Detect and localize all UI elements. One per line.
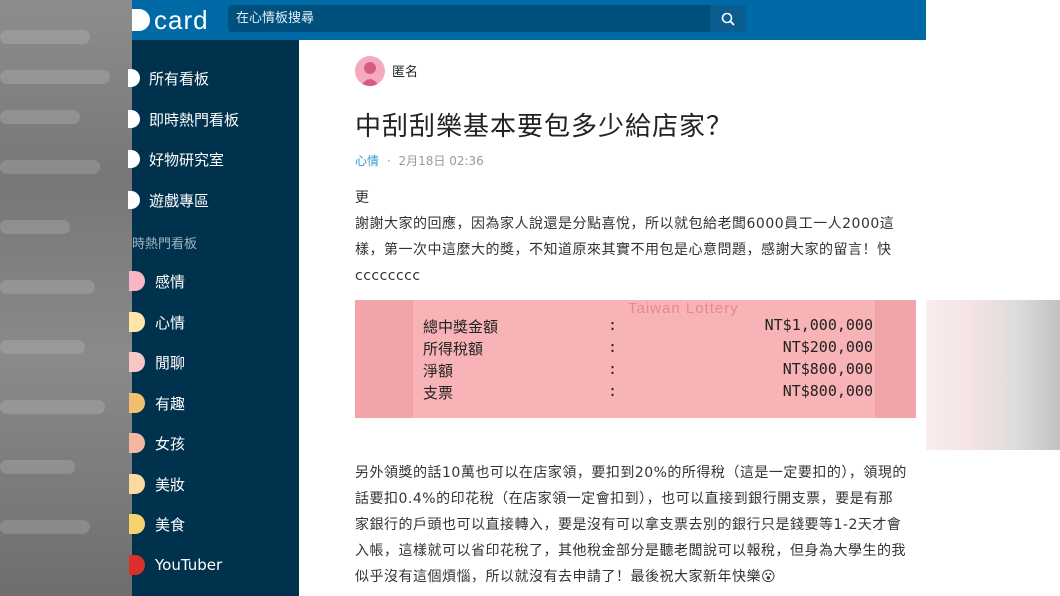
ticket-key: 支票 [423, 384, 454, 402]
text-line: 另外領獎的話10萬也可以在店家領，要扣到20%的所得稅（這是一定要扣的），領現的 [355, 465, 907, 481]
dcard-logo[interactable]: card [132, 5, 209, 35]
sidebar-item-label: 心情 [155, 313, 186, 332]
logo-mark-icon [132, 9, 150, 31]
ticket-value: NT$800,000 [782, 382, 873, 400]
logo-text: card [154, 4, 209, 35]
sidebar-board-makeup[interactable]: 美妝 [129, 464, 299, 504]
sidebar-item-label: 美妝 [155, 475, 186, 494]
ticket-colon: : [608, 360, 618, 378]
relationship-board-icon [129, 271, 145, 291]
female-avatar-icon [361, 62, 379, 86]
text-line: 更 [355, 190, 370, 206]
text-line: cccccccc [355, 268, 421, 284]
sidebar: 所有看板 即時熱門看板 好物研究室 遊戲專區 時熱門看板 感情 心情 閒聊 有趣… [128, 40, 299, 596]
trending-icon [128, 110, 140, 128]
post-meta: 心情 · 2月18日 02:36 [355, 152, 484, 169]
sidebar-item-label: 閒聊 [155, 353, 186, 372]
sidebar-item-all-boards[interactable]: 所有看板 [128, 58, 299, 98]
sidebar-board-funny[interactable]: 有趣 [129, 383, 299, 423]
food-board-icon [129, 514, 145, 534]
search-icon [721, 12, 735, 26]
sidebar-board-girl[interactable]: 女孩 [129, 423, 299, 463]
text-line: 話要扣0.4%的印花稅（在店家領一定會扣到），也可以直接到銀行開支票，要是有那 [355, 491, 894, 507]
sidebar-board-relationship[interactable]: 感情 [129, 261, 299, 301]
search-button[interactable] [710, 5, 746, 32]
search-input[interactable] [228, 5, 694, 32]
ticket-colon: : [608, 316, 618, 334]
ticket-key: 所得稅額 [423, 340, 484, 358]
sidebar-board-food[interactable]: 美食 [129, 504, 299, 544]
meta-separator: · [386, 154, 391, 168]
post-title: 中刮刮樂基本要包多少給店家？ [355, 112, 734, 142]
text-line: 家銀行的戶頭也可以直接轉入，要是沒有可以拿支票去別的銀行只是錢要等1-2天才會 [355, 517, 902, 533]
sidebar-item-trending-boards[interactable]: 即時熱門看板 [128, 99, 299, 139]
text-line: 謝謝大家的回應，因為家人說還是分點喜悅，所以就包給老闆6000員工一人2000這 [355, 216, 895, 232]
ticket-paper: Taiwan Lottery 總中獎金額 : NT$1,000,000 所得稅額… [413, 300, 875, 418]
sidebar-item-label: 女孩 [155, 434, 186, 453]
mood-board-icon [129, 312, 145, 332]
sidebar-item-games[interactable]: 遊戲專區 [128, 180, 299, 220]
text-line: 入帳，這樣就可以省印花稅了，其他稅金部分是聽老闆說可以報稅，但身為大學生的我 [355, 543, 906, 559]
sidebar-item-label: 好物研究室 [149, 150, 225, 169]
ticket-key: 總中獎金額 [423, 318, 499, 336]
all-boards-icon [128, 69, 140, 87]
youtuber-board-icon [129, 555, 145, 575]
sidebar-board-youtuber[interactable]: YouTuber [129, 545, 299, 585]
funny-board-icon [129, 393, 145, 413]
girl-board-icon [129, 433, 145, 453]
sidebar-board-mood[interactable]: 心情 [129, 302, 299, 342]
lottery-ticket-photo: Taiwan Lottery 總中獎金額 : NT$1,000,000 所得稅額… [355, 300, 916, 418]
goods-lab-icon [128, 150, 140, 168]
chat-board-icon [129, 352, 145, 372]
sidebar-item-label: 即時熱門看板 [149, 110, 240, 129]
sidebar-board-chat[interactable]: 閒聊 [129, 342, 299, 382]
makeup-board-icon [129, 474, 145, 494]
ticket-value: NT$1,000,000 [764, 316, 873, 334]
text-line: 樣，第一次中這麼大的獎，不知道原來其實不用包是心意問題，感謝大家的留言！快 [355, 242, 892, 258]
ticket-colon: : [608, 382, 618, 400]
blurred-right-background [926, 0, 1060, 596]
search-bar [228, 5, 746, 32]
text-line: 似乎沒有這個煩惱，所以就沒有去申請了！最後祝大家新年快樂😮 [355, 569, 777, 585]
sidebar-item-label: 感情 [155, 272, 186, 291]
ticket-brand-watermark: Taiwan Lottery [628, 300, 739, 317]
post-content: 匿名 中刮刮樂基本要包多少給店家？ 心情 · 2月18日 02:36 更 謝謝大… [299, 40, 926, 596]
sidebar-item-label: 遊戲專區 [149, 191, 210, 210]
post-timestamp: 2月18日 02:36 [398, 154, 484, 168]
sidebar-item-label: YouTuber [155, 556, 223, 574]
games-icon [128, 191, 140, 209]
top-header: card [132, 0, 926, 40]
ticket-key: 淨額 [423, 362, 454, 380]
ticket-colon: : [608, 338, 618, 356]
sidebar-item-label: 有趣 [155, 394, 186, 413]
forum-link[interactable]: 心情 [355, 154, 379, 168]
anonymous-avatar [355, 56, 385, 86]
sidebar-item-label: 所有看板 [149, 69, 210, 88]
author-name: 匿名 [392, 65, 419, 80]
sidebar-item-label: 美食 [155, 515, 186, 534]
trending-section-heading: 時熱門看板 [132, 237, 198, 252]
blurred-left-background [0, 0, 132, 596]
post-paragraph-1: 更 謝謝大家的回應，因為家人說還是分點喜悅，所以就包給老闆6000員工一人200… [355, 185, 894, 289]
sidebar-item-goods-lab[interactable]: 好物研究室 [128, 139, 299, 179]
post-paragraph-2: 另外領獎的話10萬也可以在店家領，要扣到20%的所得稅（這是一定要扣的），領現的… [355, 460, 907, 590]
ticket-value: NT$200,000 [782, 338, 873, 356]
ticket-value: NT$800,000 [782, 360, 873, 378]
